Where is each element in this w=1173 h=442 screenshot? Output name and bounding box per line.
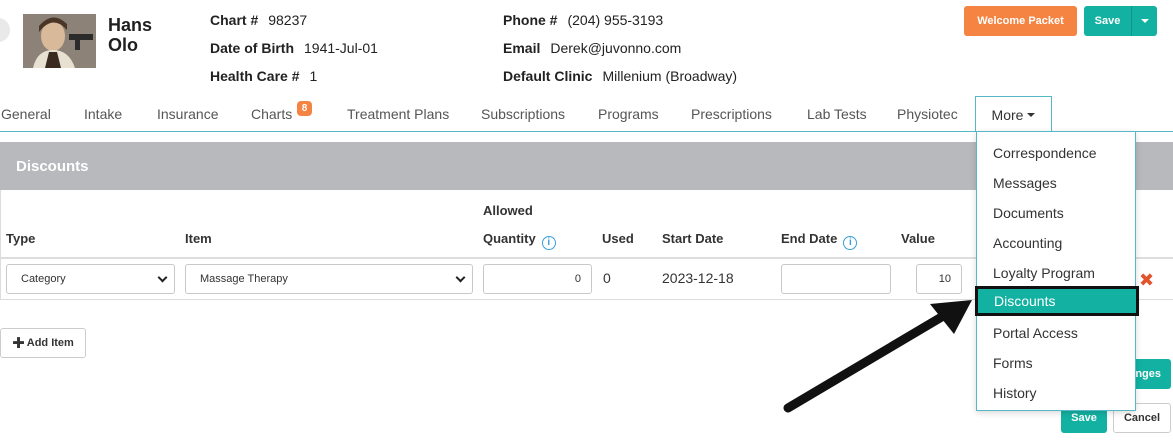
tab-prescriptions[interactable]: Prescriptions: [691, 96, 772, 132]
type-select[interactable]: Category: [6, 264, 175, 294]
dob-value: 1941-Jul-01: [304, 40, 378, 56]
plus-icon: ✚: [12, 335, 25, 352]
avatar: [23, 14, 96, 68]
col-end-date-label: End Date: [781, 231, 838, 246]
add-item-label: Add Item: [26, 337, 74, 349]
col-used: Used: [602, 231, 634, 246]
default-clinic: Default Clinic Millenium (Broadway): [503, 68, 737, 84]
menu-item-portal-access[interactable]: Portal Access: [977, 318, 1135, 348]
patient-last-name: Olo: [108, 35, 138, 55]
caret-down-icon: [1140, 19, 1149, 23]
save-options-button[interactable]: [1131, 6, 1157, 36]
charts-count-badge: 8: [297, 101, 312, 116]
health-care-value: 1: [309, 68, 318, 84]
date-of-birth: Date of Birth 1941-Jul-01: [210, 40, 378, 56]
tab-physiotec[interactable]: Physiotec: [897, 96, 958, 132]
email: Email Derek@juvonno.com: [503, 40, 681, 56]
email-value[interactable]: Derek@juvonno.com: [550, 40, 681, 56]
health-care-label: Health Care #: [210, 68, 300, 84]
menu-item-loyalty-program[interactable]: Loyalty Program: [977, 258, 1135, 288]
patient-name: Hans Olo: [108, 15, 152, 55]
col-quantity: Quantity i: [483, 231, 556, 250]
phone-value: (204) 955-3193: [567, 12, 664, 28]
tab-programs[interactable]: Programs: [598, 96, 659, 132]
tab-more[interactable]: More: [975, 96, 1052, 132]
col-allowed: Allowed: [483, 203, 533, 218]
col-start-date: Start Date: [662, 231, 724, 246]
info-icon[interactable]: i: [541, 236, 556, 250]
menu-item-accounting[interactable]: Accounting: [977, 228, 1135, 258]
health-care-number: Health Care # 1: [210, 68, 317, 84]
menu-item-messages[interactable]: Messages: [977, 168, 1135, 198]
chevron-down-icon: [157, 272, 168, 283]
tab-charts[interactable]: Charts: [251, 96, 292, 132]
email-label: Email: [503, 40, 541, 56]
used-value: 0: [603, 270, 611, 286]
col-end-date: End Date i: [781, 231, 858, 250]
welcome-packet-button[interactable]: Welcome Packet: [964, 6, 1077, 36]
patient-profile-page: Hans Olo Chart # 98237 Date of Birth 1941-…: [0, 0, 1173, 442]
more-dropdown-menu: Correspondence Messages Documents Accoun…: [975, 131, 1139, 411]
chevron-down-icon: [455, 272, 466, 283]
delete-icon[interactable]: ✖: [1139, 270, 1154, 291]
menu-item-correspondence[interactable]: Correspondence: [977, 138, 1135, 168]
type-select-value: Category: [21, 273, 66, 285]
chart-number: Chart # 98237: [210, 12, 307, 28]
tab-treatment-plans[interactable]: Treatment Plans: [347, 96, 449, 132]
tab-general[interactable]: General: [1, 96, 51, 132]
phone: Phone # (204) 955-3193: [503, 12, 663, 28]
tab-more-label: More: [991, 106, 1024, 123]
tab-subscriptions[interactable]: Subscriptions: [481, 96, 565, 132]
col-quantity-label: Quantity: [483, 231, 536, 246]
tab-lab-tests[interactable]: Lab Tests: [807, 96, 867, 132]
default-clinic-value: Millenium (Broadway): [602, 68, 738, 84]
start-date-value: 2023-12-18: [662, 270, 734, 286]
dob-label: Date of Birth: [210, 40, 294, 56]
item-select[interactable]: Massage Therapy: [185, 264, 473, 294]
discounts-title: Discounts: [16, 158, 89, 175]
menu-item-history[interactable]: History: [977, 378, 1135, 408]
caret-down-icon: [1027, 112, 1036, 117]
back-circle-icon[interactable]: [0, 18, 10, 42]
default-clinic-label: Default Clinic: [503, 68, 593, 84]
menu-item-discounts[interactable]: Discounts: [975, 286, 1139, 316]
tab-insurance[interactable]: Insurance: [157, 96, 218, 132]
chart-number-label: Chart #: [210, 12, 259, 28]
phone-label: Phone #: [503, 12, 558, 28]
info-icon[interactable]: i: [843, 236, 858, 250]
add-item-button[interactable]: ✚ Add Item: [0, 328, 86, 358]
save-button[interactable]: Save: [1084, 6, 1131, 36]
tab-intake[interactable]: Intake: [84, 96, 122, 132]
menu-item-documents[interactable]: Documents: [977, 198, 1135, 228]
chart-number-value: 98237: [268, 12, 308, 28]
col-item: Item: [185, 231, 212, 246]
col-type: Type: [6, 231, 36, 246]
patient-first-name: Hans: [108, 15, 153, 35]
item-select-value: Massage Therapy: [200, 273, 288, 285]
menu-item-forms[interactable]: Forms: [977, 348, 1135, 378]
quantity-input[interactable]: 0: [483, 264, 592, 294]
annotation-arrow-icon: [783, 300, 972, 413]
col-value: Value: [901, 231, 935, 246]
